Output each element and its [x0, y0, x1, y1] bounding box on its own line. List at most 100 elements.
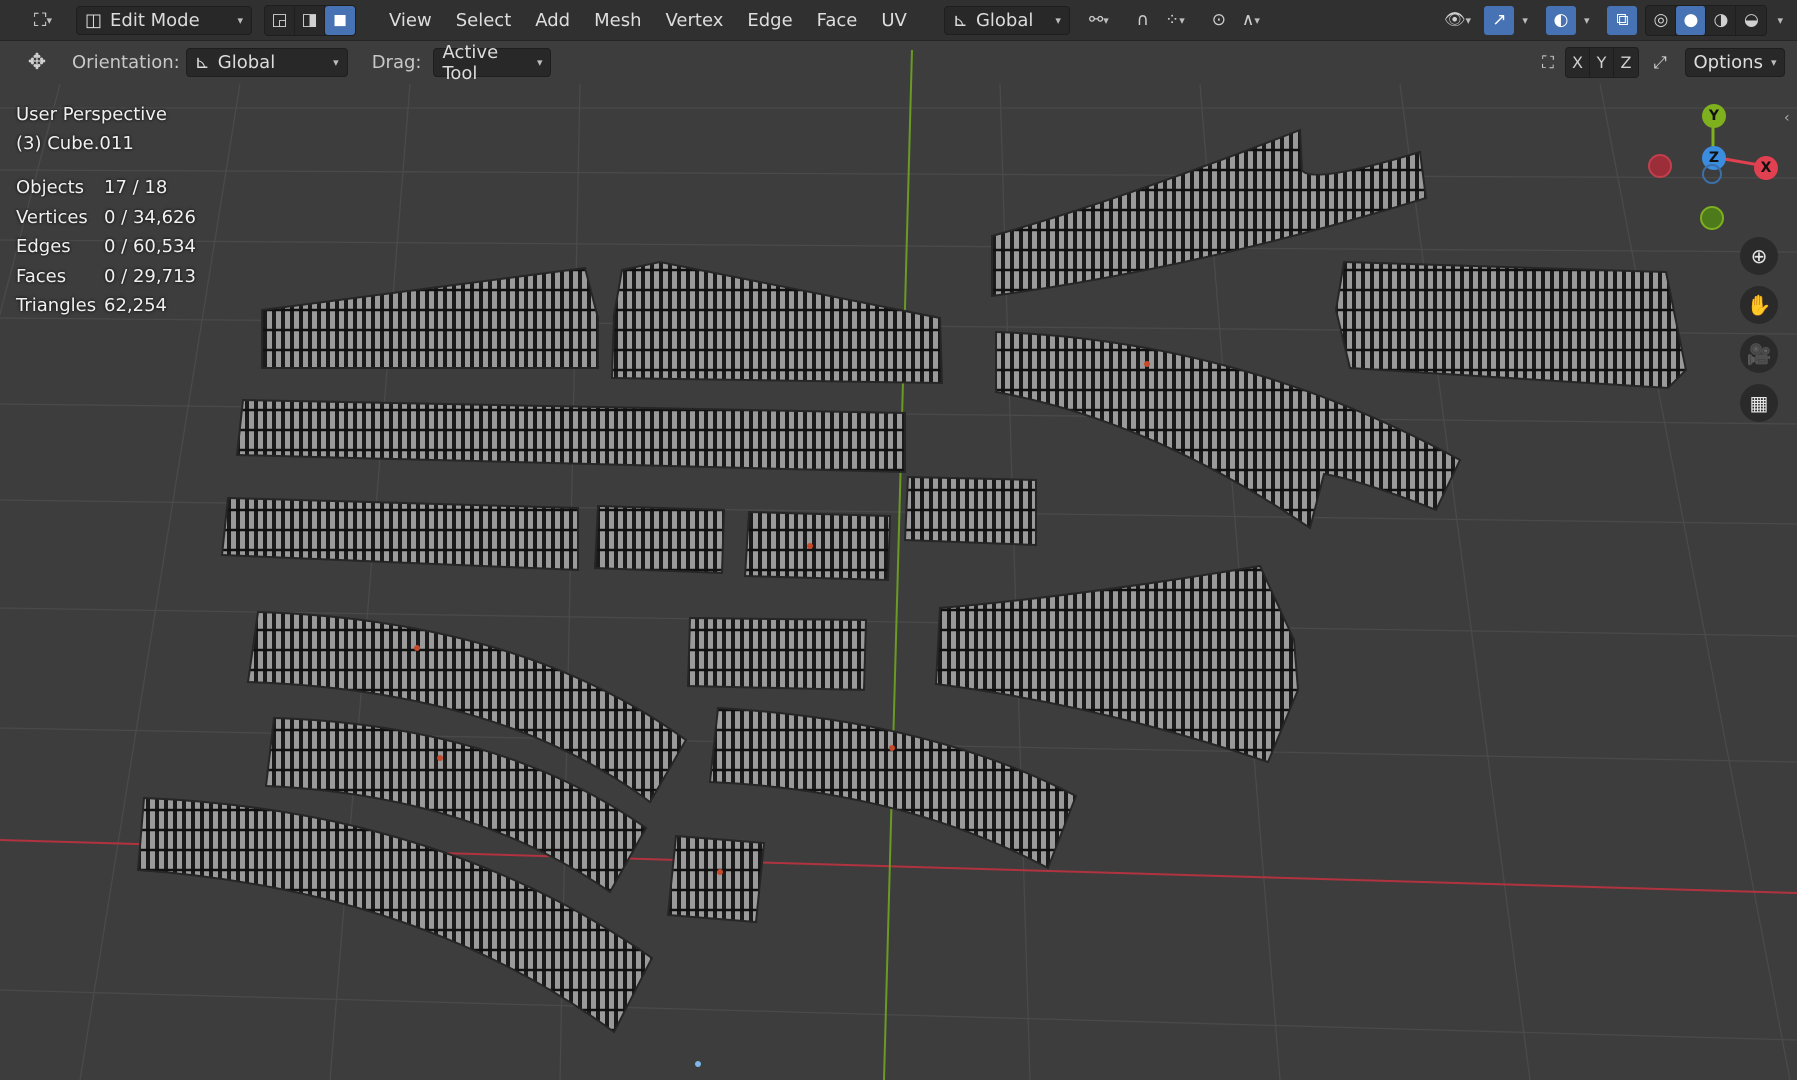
mirror-options-button[interactable]: ⛶ [1533, 48, 1563, 77]
track-straight-b [593, 504, 726, 575]
mirror-y-button[interactable]: Y [1590, 48, 1614, 77]
chevron-down-icon: ▾ [237, 13, 243, 27]
xray-toggle-button[interactable]: ⧉ [1607, 5, 1638, 35]
visibility-button[interactable]: 👁 ▾ [1442, 6, 1472, 35]
stat-value: 0 / 60,534 [104, 236, 196, 258]
editor-type-button[interactable]: ⛶ ▾ [20, 6, 66, 35]
rendered-icon: ◒ [1744, 10, 1759, 30]
menu-edge[interactable]: Edge [736, 6, 803, 35]
menu-view[interactable]: View [378, 6, 443, 35]
mirror-z-button[interactable]: Z [1614, 48, 1638, 77]
header-menus: View Select Add Mesh Vertex Edge Face UV [378, 6, 918, 35]
wireframe-icon: ◎ [1653, 10, 1669, 30]
stat-key: Objects [16, 177, 85, 198]
chevron-down-icon: ▾ [1465, 13, 1471, 27]
mirror-x-button[interactable]: X [1566, 48, 1590, 77]
scene-canvas[interactable] [0, 0, 1797, 1080]
solid-sphere-icon: ● [1683, 10, 1699, 30]
stat-row: Edges 0 / 60,534 [16, 232, 196, 262]
material-icon: ◑ [1713, 10, 1729, 30]
tool-settings-bar: ✥ Orientation: ⊾ Global ▾ Drag: Active T… [0, 41, 1797, 84]
vertex-select-icon: ◲ [271, 10, 288, 30]
stat-value: 62,254 [104, 295, 167, 317]
menu-select[interactable]: Select [445, 6, 523, 35]
cursor-dot [695, 1061, 701, 1067]
mode-label: Edit Mode [110, 9, 200, 31]
navigation-gizmo[interactable]: Y Z X [1630, 100, 1780, 240]
material-shading-button[interactable]: ◑ [1706, 5, 1737, 35]
transform-orientation-dropdown[interactable]: ⊾ Global ▾ [943, 5, 1070, 35]
orientation-label: Orientation: [72, 52, 180, 73]
menu-vertex[interactable]: Vertex [655, 6, 735, 35]
pan-button[interactable]: ✋ [1740, 286, 1778, 324]
gizmo-neg-x-axis[interactable] [1648, 154, 1672, 178]
edge-select-button[interactable]: ◨ [295, 5, 325, 35]
falloff-icon: ∧ [1241, 10, 1255, 30]
orientation-icon: ⊾ [952, 9, 968, 31]
snap-toggle-button[interactable]: ∩ [1128, 6, 1158, 35]
rendered-shading-button[interactable]: ◒ [1736, 6, 1766, 35]
mode-dropdown[interactable]: ◫ Edit Mode ▾ [76, 5, 252, 35]
header-right: 👁 ▾ ↗ ▾ ◐ ▾ ⧉ ◎ ● ◑ ◒ ▾ [1442, 4, 1797, 36]
track-short [666, 834, 766, 924]
mirror-icon: ⛶ [1542, 52, 1554, 73]
chevron-down-icon[interactable]: ▾ [1777, 14, 1783, 27]
drag-dropdown[interactable]: Active Tool ▾ [433, 42, 552, 84]
solid-shading-button[interactable]: ● [1676, 5, 1707, 35]
gizmo-toggle-button[interactable]: ↗ [1484, 5, 1515, 35]
mirror-axes-group: X Y Z [1565, 47, 1639, 78]
snap-target-button[interactable]: ⁘ ▾ [1160, 6, 1190, 35]
zoom-icon: ⊕ [1750, 244, 1768, 268]
gizmo-y-axis[interactable]: Y [1702, 104, 1726, 128]
pivot-group: ⚯ ▾ [1084, 6, 1114, 35]
options-dropdown[interactable]: Options ▾ [1685, 48, 1785, 77]
chevron-down-icon[interactable]: ▾ [1584, 14, 1590, 27]
toolbar-right: ⛶ X Y Z ⤢ Options ▾ [1533, 47, 1797, 78]
proportional-group: ⊙ ∧ ▾ [1204, 6, 1266, 35]
orientation-dropdown[interactable]: ⊾ Global ▾ [185, 48, 348, 77]
wireframe-shading-button[interactable]: ◎ [1646, 5, 1677, 35]
gizmo-neg-y-axis[interactable] [1700, 206, 1724, 230]
face-select-icon: ◼ [332, 10, 348, 30]
overlays-toggle-button[interactable]: ◐ [1545, 5, 1576, 35]
select-mode-group: ◲ ◨ ◼ [264, 4, 356, 36]
track-straight-e [686, 616, 868, 692]
auto-merge-button[interactable]: ⤢ [1645, 48, 1675, 77]
menu-add[interactable]: Add [524, 6, 581, 35]
pivot-icon: ⚯ [1088, 10, 1104, 30]
menu-mesh[interactable]: Mesh [583, 6, 652, 35]
proportional-edit-button[interactable]: ⊙ [1204, 6, 1234, 35]
stat-row: Faces 0 / 29,713 [16, 262, 196, 292]
auto-merge-icon: ⤢ [1653, 52, 1667, 73]
3d-viewport[interactable] [0, 0, 1797, 1080]
camera-icon: 🎥 [1746, 342, 1772, 366]
menu-face[interactable]: Face [806, 6, 869, 35]
gizmo-neg-z-axis[interactable] [1702, 164, 1722, 184]
sidebar-toggle-icon[interactable]: ‹ [1784, 110, 1790, 126]
track-straight-c [743, 510, 892, 582]
camera-view-button[interactable]: 🎥 [1740, 335, 1778, 373]
edit-mode-icon: ◫ [85, 9, 103, 31]
stat-value: 17 / 18 [104, 177, 168, 198]
chevron-down-icon: ▾ [333, 56, 339, 69]
xray-icon: ⧉ [1616, 10, 1629, 30]
perspective-toggle-button[interactable]: ▦ [1740, 384, 1778, 422]
eye-icon: 👁 [1443, 10, 1466, 30]
face-select-button[interactable]: ◼ [325, 5, 355, 35]
falloff-button[interactable]: ∧ ▾ [1236, 6, 1266, 35]
grid-icon: ▦ [1749, 391, 1769, 415]
zoom-button[interactable]: ⊕ [1740, 237, 1778, 275]
stat-row: Triangles 62,254 [16, 291, 196, 321]
track-crossing [1334, 260, 1688, 390]
stat-row: Objects 17 / 18 [16, 173, 196, 203]
view-name: User Perspective [16, 104, 167, 125]
menu-uv[interactable]: UV [870, 6, 918, 35]
chevron-down-icon[interactable]: ▾ [1522, 14, 1528, 27]
drag-value: Active Tool [442, 41, 499, 84]
gizmo-x-axis[interactable]: X [1754, 156, 1778, 180]
orientation-value: Global [217, 52, 276, 73]
pivot-point-button[interactable]: ⚯ ▾ [1084, 6, 1114, 35]
vertex-select-button[interactable]: ◲ [265, 5, 295, 35]
stat-key: Edges [16, 236, 71, 258]
stat-key: Triangles [16, 295, 97, 317]
